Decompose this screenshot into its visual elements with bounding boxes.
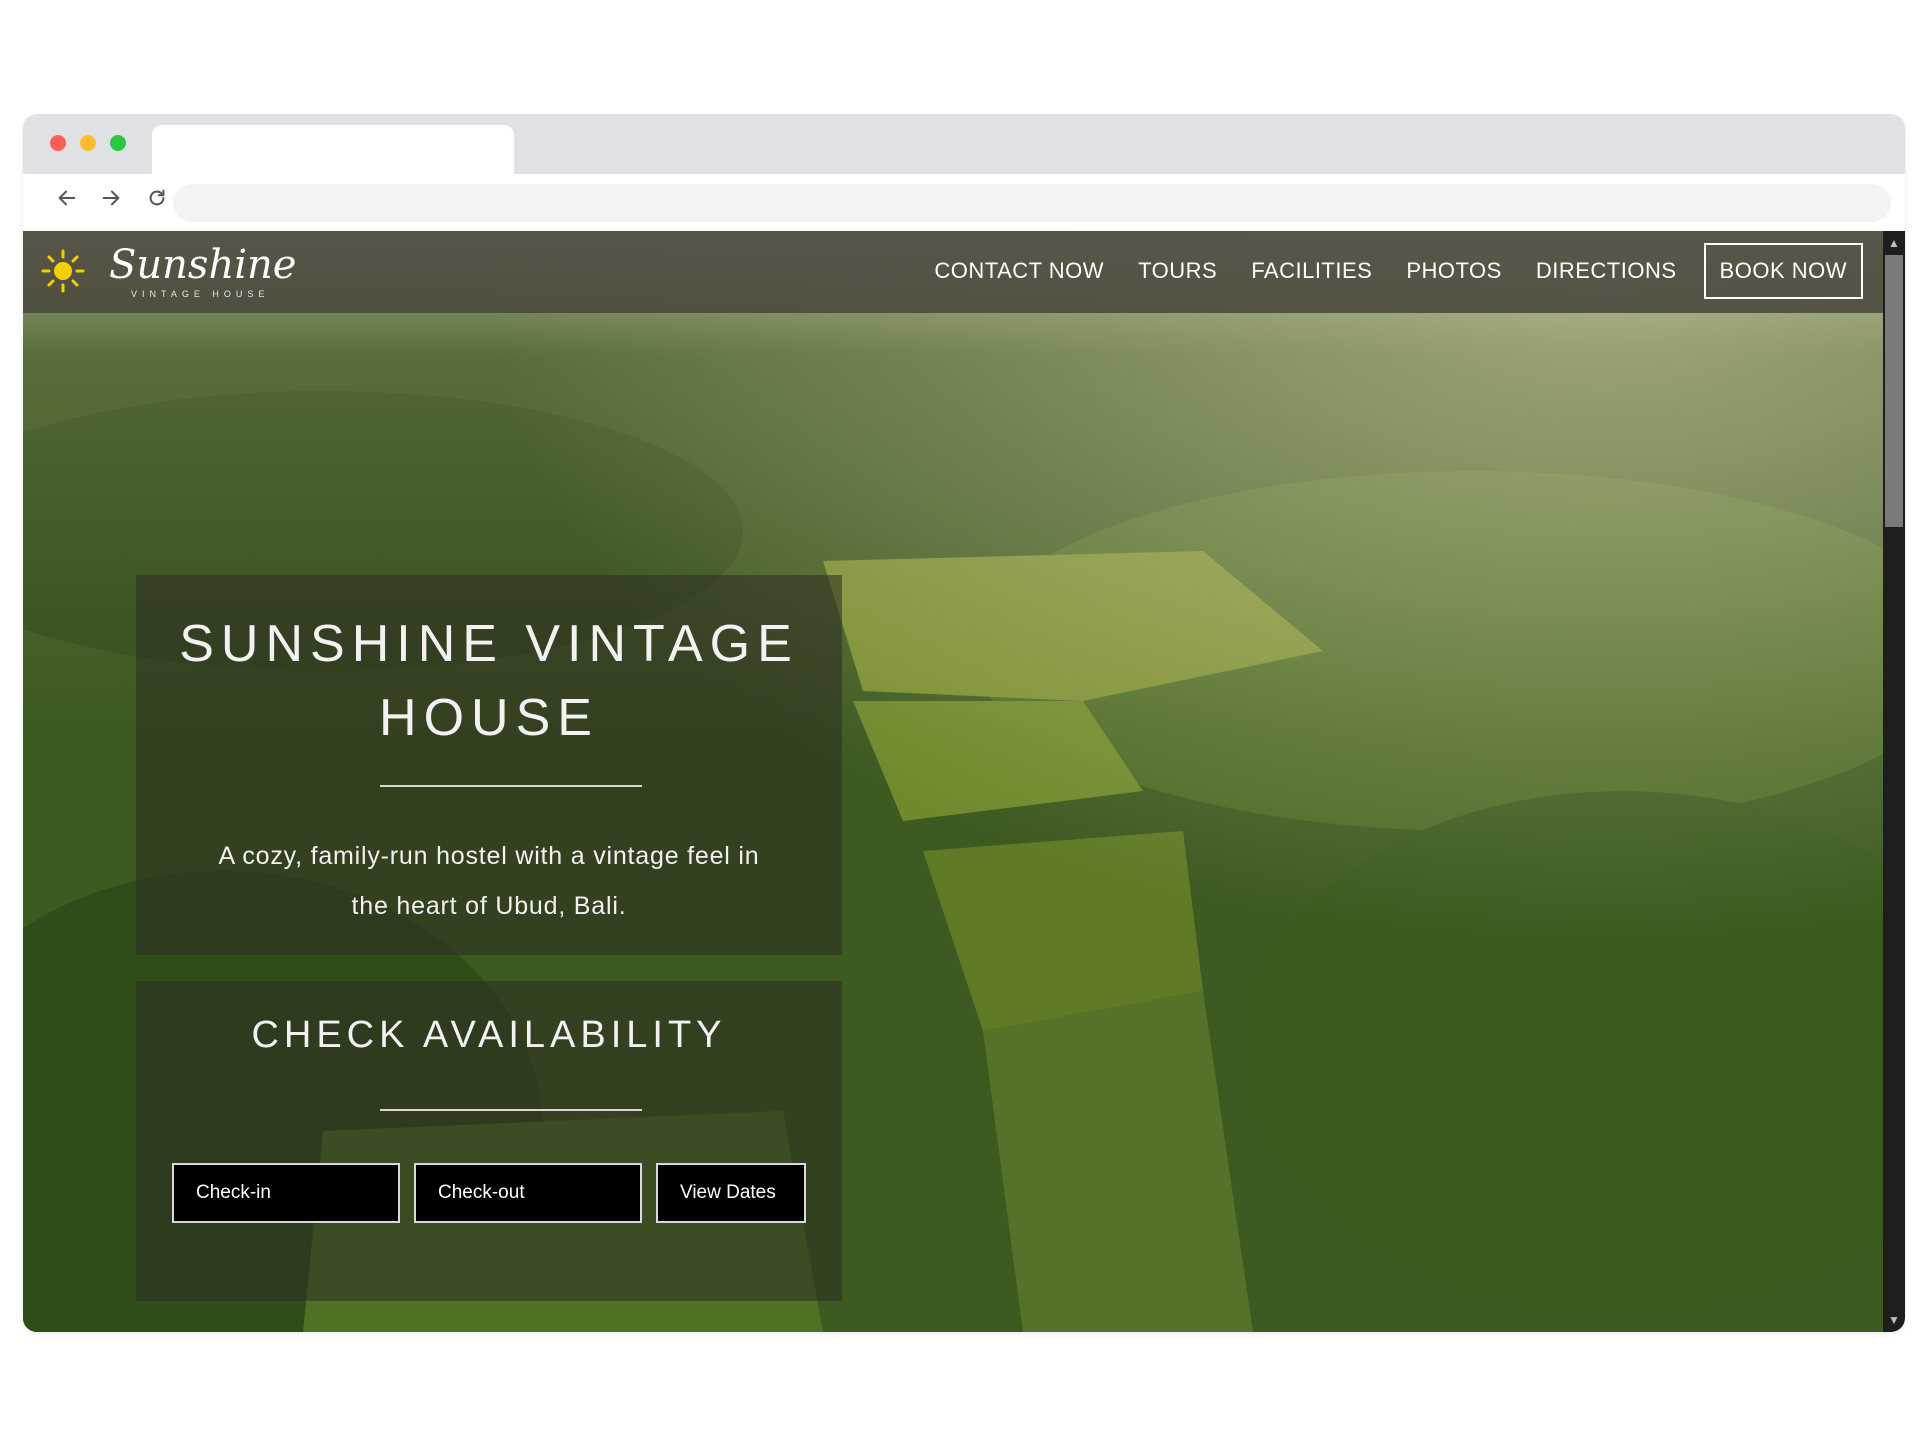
hero-description-line-1: A cozy, family-run hostel with a vintage… xyxy=(218,842,760,870)
scrollbar-thumb[interactable] xyxy=(1885,255,1903,527)
hero-description-line-2: the heart of Ubud, Bali. xyxy=(351,892,627,920)
page-viewport: Sunshine VINTAGE HOUSE CONTACT NOW TOURS… xyxy=(23,231,1883,1332)
intro-divider xyxy=(380,785,642,787)
hero-title: SUNSHINE VINTAGE HOUSE xyxy=(136,607,842,755)
availability-title: CHECK AVAILABILITY xyxy=(251,1014,727,1056)
nav-directions[interactable]: DIRECTIONS xyxy=(1536,258,1677,284)
browser-tab[interactable] xyxy=(152,125,514,174)
logo-wordmark[interactable]: Sunshine xyxy=(109,243,296,287)
scrollbar[interactable]: ▲ ▼ xyxy=(1883,231,1905,1332)
back-arrow-icon[interactable] xyxy=(51,182,83,214)
forward-arrow-icon[interactable] xyxy=(95,182,127,214)
scroll-down-icon[interactable]: ▼ xyxy=(1883,1310,1905,1330)
intro-panel: SUNSHINE VINTAGE HOUSE A cozy, family-ru… xyxy=(136,575,842,955)
book-now-button[interactable]: BOOK NOW xyxy=(1703,243,1863,299)
tab-bar xyxy=(23,114,1905,174)
main-menu: CONTACT NOW TOURS FACILITIES PHOTOS DIRE… xyxy=(900,243,1863,299)
check-in-field[interactable]: Check-in xyxy=(172,1163,400,1223)
close-window-button[interactable] xyxy=(50,135,66,151)
address-bar[interactable] xyxy=(173,184,1891,222)
nav-tours[interactable]: TOURS xyxy=(1138,258,1217,284)
check-out-field[interactable]: Check-out xyxy=(414,1163,642,1223)
nav-contact-now[interactable]: CONTACT NOW xyxy=(934,258,1104,284)
availability-divider xyxy=(380,1109,642,1111)
logo-subtitle: VINTAGE HOUSE xyxy=(131,289,270,299)
nav-facilities[interactable]: FACILITIES xyxy=(1251,258,1372,284)
hero-title-line-2: HOUSE xyxy=(379,689,599,747)
browser-window: Sunshine VINTAGE HOUSE CONTACT NOW TOURS… xyxy=(23,114,1905,1332)
nav-photos[interactable]: PHOTOS xyxy=(1406,258,1502,284)
scroll-up-icon[interactable]: ▲ xyxy=(1883,233,1905,253)
reload-icon[interactable] xyxy=(141,182,173,214)
browser-toolbar xyxy=(23,174,1905,232)
hero-title-line-1: SUNSHINE VINTAGE xyxy=(179,615,799,673)
sun-logo-icon[interactable] xyxy=(41,249,85,293)
site-header: Sunshine VINTAGE HOUSE CONTACT NOW TOURS… xyxy=(23,231,1883,313)
maximize-window-button[interactable] xyxy=(110,135,126,151)
minimize-window-button[interactable] xyxy=(80,135,96,151)
view-dates-button[interactable]: View Dates xyxy=(656,1163,806,1223)
availability-panel: CHECK AVAILABILITY Check-in Check-out Vi… xyxy=(136,981,842,1301)
hero-description: A cozy, family-run hostel with a vintage… xyxy=(166,831,812,931)
